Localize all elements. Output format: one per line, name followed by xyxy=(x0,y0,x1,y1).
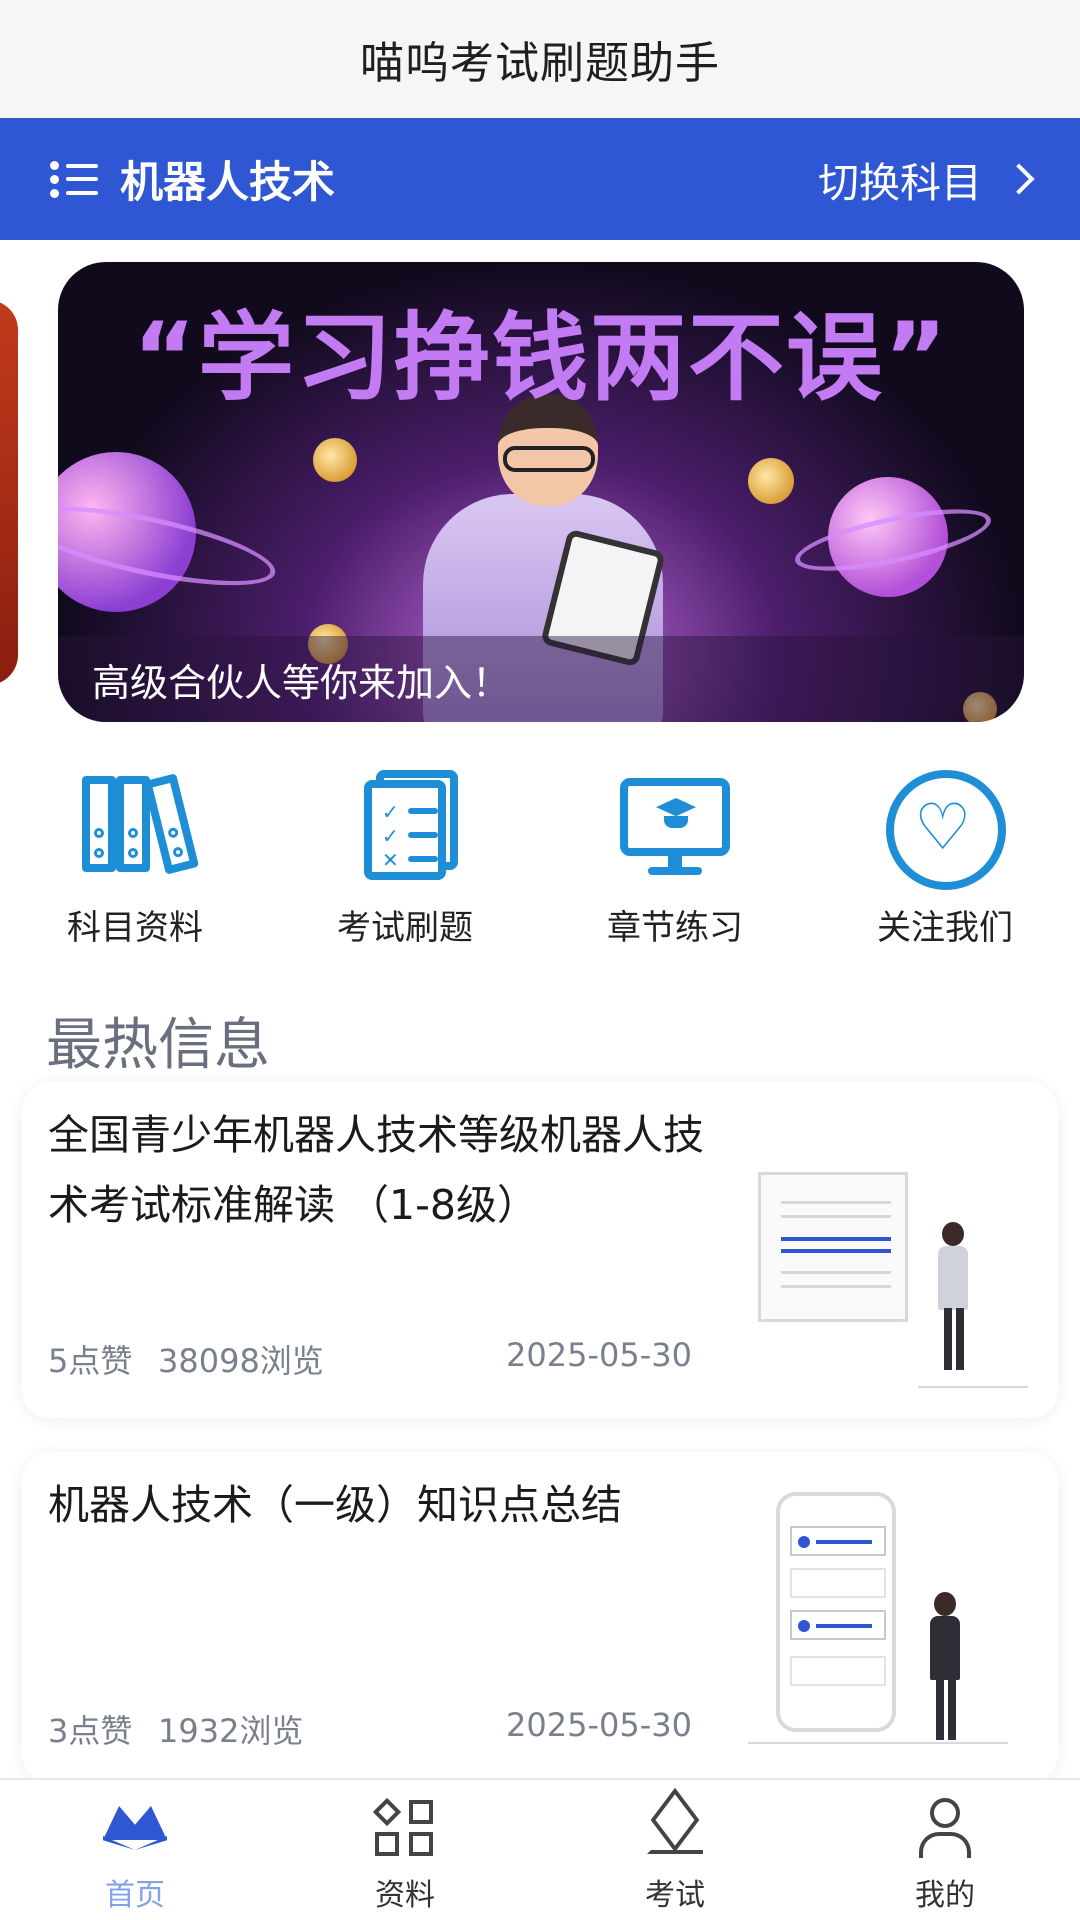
article-date: 2025-05-30 xyxy=(506,1336,692,1374)
grid-icon xyxy=(372,1797,437,1858)
app-title-bar: 喵呜考试刷题助手 xyxy=(0,0,1080,118)
quick-action-chapter-practice[interactable]: 章节练习 xyxy=(540,770,810,960)
tab-label: 资料 xyxy=(375,1878,435,1913)
checklist-icon: ✓ ✓ ✕ xyxy=(340,770,470,880)
tab-exam[interactable]: 考试 xyxy=(540,1780,810,1920)
promo-banner[interactable]: “学习挣钱两不误” 高级合伙人等你来加入！ xyxy=(58,262,1024,722)
banner-previous-slide[interactable] xyxy=(0,300,18,685)
current-subject: 机器人技术 xyxy=(120,158,335,208)
quick-action-exam-practice[interactable]: ✓ ✓ ✕ 考试刷题 xyxy=(270,770,540,960)
phone-user-illustration xyxy=(738,1472,1038,1772)
banner-headline: “学习挣钱两不误” xyxy=(132,302,950,414)
binders-icon xyxy=(70,770,200,880)
tab-materials[interactable]: 资料 xyxy=(270,1780,540,1920)
article-views: 1932浏览 xyxy=(158,1712,304,1750)
user-icon xyxy=(913,1798,977,1858)
coin-illustration xyxy=(748,458,794,504)
quick-action-label: 关注我们 xyxy=(877,908,1013,948)
chevron-right-icon xyxy=(1003,163,1035,195)
quick-action-follow-us[interactable]: ♡ 关注我们 xyxy=(810,770,1080,960)
article-card[interactable]: 全国青少年机器人技术等级机器人技术考试标准解读 （1-8级） 5点赞 38098… xyxy=(22,1082,1058,1418)
layers-icon xyxy=(643,1787,707,1858)
quick-action-subject-materials[interactable]: 科目资料 xyxy=(0,770,270,960)
tab-mine[interactable]: 我的 xyxy=(810,1780,1080,1920)
subject-bar: 机器人技术 切换科目 xyxy=(0,118,1080,240)
app-title: 喵呜考试刷题助手 xyxy=(360,38,720,89)
tab-label: 我的 xyxy=(915,1878,975,1913)
heart-icon: ♡ xyxy=(880,770,1010,890)
menu-list-icon[interactable] xyxy=(50,159,98,199)
coin-illustration xyxy=(313,438,357,482)
article-likes: 3点赞 xyxy=(48,1712,133,1750)
graduation-monitor-icon xyxy=(610,770,740,880)
article-card[interactable]: 机器人技术（一级）知识点总结 3点赞 1932浏览 2025-05-30 xyxy=(22,1452,1058,1782)
tab-home[interactable]: 首页 xyxy=(0,1780,270,1920)
hot-section-title: 最热信息 xyxy=(46,1013,270,1078)
article-date: 2025-05-30 xyxy=(506,1706,692,1744)
article-title: 机器人技术（一级）知识点总结 xyxy=(48,1481,622,1529)
quick-action-label: 科目资料 xyxy=(67,908,203,948)
article-title: 全国青少年机器人技术等级机器人技术考试标准解读 （1-8级） xyxy=(48,1111,704,1229)
document-reader-illustration xyxy=(738,1102,1038,1402)
switch-subject-button[interactable]: 切换科目 xyxy=(818,149,1035,209)
article-likes: 5点赞 xyxy=(48,1342,133,1380)
quick-action-label: 章节练习 xyxy=(607,908,743,948)
tab-label: 考试 xyxy=(645,1878,705,1913)
banner-caption: 高级合伙人等你来加入！ xyxy=(58,636,1024,722)
bottom-navigation: 首页 资料 考试 我的 xyxy=(0,1778,1080,1920)
banner-caption-text: 高级合伙人等你来加入！ xyxy=(92,660,511,705)
switch-subject-label: 切换科目 xyxy=(818,159,982,207)
tab-label: 首页 xyxy=(105,1878,165,1913)
quick-action-label: 考试刷题 xyxy=(337,908,473,948)
quick-actions: 科目资料 ✓ ✓ ✕ 考试刷题 章节练习 ♡ 关注我们 xyxy=(0,770,1080,960)
home-icon xyxy=(103,1798,167,1858)
article-views: 38098浏览 xyxy=(158,1342,324,1380)
